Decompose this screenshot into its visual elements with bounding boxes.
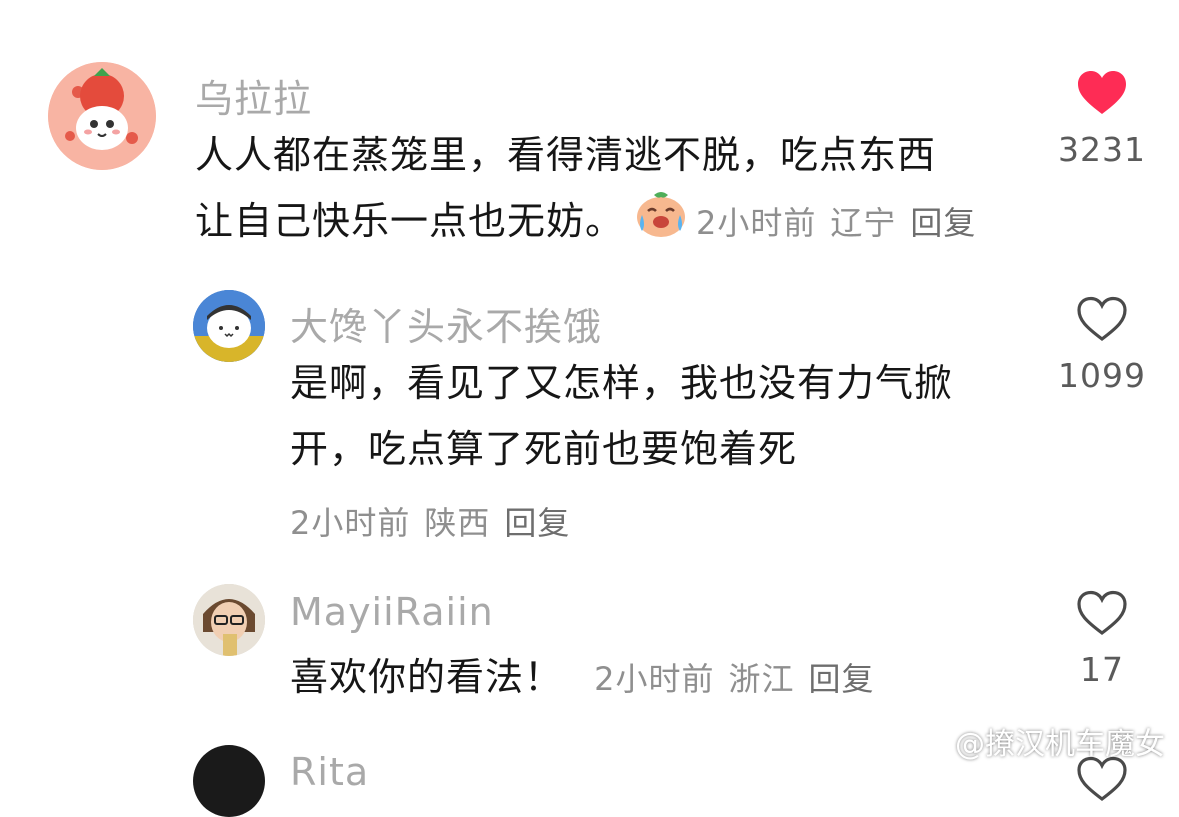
watermark: @撩汉机车魔女 bbox=[909, 719, 1165, 766]
watermark-text: @撩汉机车魔女 bbox=[955, 726, 1165, 762]
comment-username[interactable]: Rita bbox=[290, 750, 369, 794]
avatar[interactable] bbox=[193, 745, 265, 817]
comment-item: Rita bbox=[0, 0, 1179, 817]
weibo-logo-icon bbox=[909, 725, 949, 765]
